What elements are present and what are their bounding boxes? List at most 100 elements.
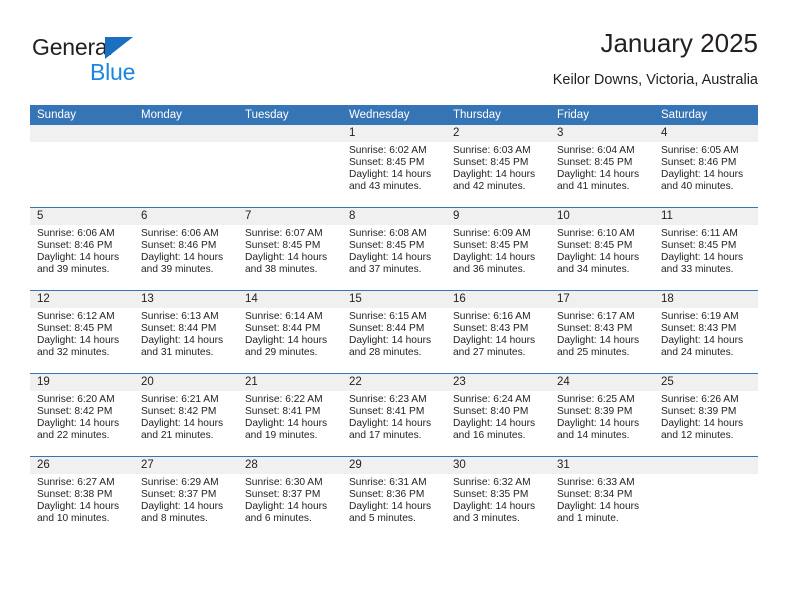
day-cell-content: 6 Sunrise: 6:06 AM Sunset: 8:46 PM Daylight… [134,208,238,290]
calendar-day-cell[interactable]: 3 Sunrise: 6:04 AM Sunset: 8:45 PM Daylight… [550,125,654,208]
sunset-time: Sunset: 8:37 PM [141,488,217,500]
day-cell-content: 14 Sunrise: 6:14 AM Sunset: 8:44 PM Dayligh… [238,291,342,373]
weekday-header-monday: Monday [134,105,238,125]
day-sun-details: Sunrise: 6:08 AM Sunset: 8:45 PM Daylight:… [342,225,446,276]
sunset-time: Sunset: 8:45 PM [557,156,633,168]
sunrise-time: Sunrise: 6:04 AM [557,145,635,156]
sunset-time: Sunset: 8:44 PM [141,322,217,334]
calendar-week-row: 26 Sunrise: 6:27 AM Sunset: 8:38 PM Dayligh… [30,456,758,539]
sunrise-time: Sunrise: 6:06 AM [141,228,219,239]
daylight-duration-line1: Daylight: 14 hours [37,417,120,429]
day-number: 19 [30,374,134,391]
daylight-duration-line2: and 43 minutes. [349,180,422,192]
day-cell-content: 24 Sunrise: 6:25 AM Sunset: 8:39 PM Dayligh… [550,374,654,456]
sunrise-time: Sunrise: 6:10 AM [557,228,635,239]
page-subtitle-location: Keilor Downs, Victoria, Australia [552,72,758,88]
calendar-day-cell[interactable]: 29 Sunrise: 6:31 AM Sunset: 8:36 PM Dayligh… [342,456,446,539]
calendar-day-cell[interactable]: 5 Sunrise: 6:06 AM Sunset: 8:46 PM Daylight… [30,207,134,291]
calendar-day-cell[interactable]: 15 Sunrise: 6:15 AM Sunset: 8:44 PM Dayligh… [342,290,446,374]
calendar-day-cell[interactable]: 4 Sunrise: 6:05 AM Sunset: 8:46 PM Daylight… [654,125,758,208]
daylight-duration-line1: Daylight: 14 hours [349,417,432,429]
calendar-day-cell[interactable]: 28 Sunrise: 6:30 AM Sunset: 8:37 PM Dayligh… [238,456,342,539]
day-sun-details: Sunrise: 6:33 AM Sunset: 8:34 PM Daylight:… [550,474,654,525]
sunrise-time: Sunrise: 6:29 AM [141,477,219,488]
day-cell-content: 22 Sunrise: 6:23 AM Sunset: 8:41 PM Dayligh… [342,374,446,456]
day-number: 29 [342,457,446,474]
sunrise-time: Sunrise: 6:06 AM [37,228,115,239]
daylight-duration-line2: and 29 minutes. [245,346,318,358]
daylight-duration-line1: Daylight: 14 hours [141,500,224,512]
page-header: General Blue January 2025 Keilor Downs, … [30,26,758,98]
daylight-duration-line1: Daylight: 14 hours [37,500,120,512]
calendar-day-cell[interactable]: 25 Sunrise: 6:26 AM Sunset: 8:39 PM Dayligh… [654,373,758,457]
calendar-week-row: 19 Sunrise: 6:20 AM Sunset: 8:42 PM Dayligh… [30,373,758,457]
calendar-day-cell[interactable]: 23 Sunrise: 6:24 AM Sunset: 8:40 PM Dayligh… [446,373,550,457]
calendar-day-cell[interactable]: 8 Sunrise: 6:08 AM Sunset: 8:45 PM Daylight… [342,207,446,291]
day-number: 17 [550,291,654,308]
day-cell-content: 10 Sunrise: 6:10 AM Sunset: 8:45 PM Dayligh… [550,208,654,290]
calendar-day-cell[interactable]: 27 Sunrise: 6:29 AM Sunset: 8:37 PM Dayligh… [134,456,238,539]
day-number: 6 [134,208,238,225]
calendar-day-cell[interactable]: 1 Sunrise: 6:02 AM Sunset: 8:45 PM Daylight… [342,125,446,208]
day-sun-details: Sunrise: 6:31 AM Sunset: 8:36 PM Daylight:… [342,474,446,525]
weekday-header-saturday: Saturday [654,105,758,125]
day-sun-details: Sunrise: 6:25 AM Sunset: 8:39 PM Daylight:… [550,391,654,442]
day-number: 21 [238,374,342,391]
day-sun-details: Sunrise: 6:27 AM Sunset: 8:38 PM Daylight:… [30,474,134,525]
calendar-day-cell[interactable]: 11 Sunrise: 6:11 AM Sunset: 8:45 PM Dayligh… [654,207,758,291]
calendar-day-cell[interactable]: 9 Sunrise: 6:09 AM Sunset: 8:45 PM Daylight… [446,207,550,291]
daylight-duration-line1: Daylight: 14 hours [141,417,224,429]
calendar-day-cell[interactable]: 21 Sunrise: 6:22 AM Sunset: 8:41 PM Dayligh… [238,373,342,457]
daylight-duration-line1: Daylight: 14 hours [349,334,432,346]
calendar-body: 1 Sunrise: 6:02 AM Sunset: 8:45 PM Daylight… [30,125,758,539]
calendar-day-cell[interactable]: 18 Sunrise: 6:19 AM Sunset: 8:43 PM Dayligh… [654,290,758,374]
sunrise-time: Sunrise: 6:14 AM [245,311,323,322]
day-number: 13 [134,291,238,308]
calendar-day-cell[interactable]: 14 Sunrise: 6:14 AM Sunset: 8:44 PM Dayligh… [238,290,342,374]
calendar-day-cell[interactable]: 24 Sunrise: 6:25 AM Sunset: 8:39 PM Dayligh… [550,373,654,457]
daylight-duration-line2: and 22 minutes. [37,429,110,441]
day-sun-details: Sunrise: 6:06 AM Sunset: 8:46 PM Daylight:… [30,225,134,276]
calendar-day-cell[interactable]: 19 Sunrise: 6:20 AM Sunset: 8:42 PM Dayligh… [30,373,134,457]
daylight-duration-line2: and 21 minutes. [141,429,214,441]
sunrise-time: Sunrise: 6:32 AM [453,477,531,488]
day-number: 9 [446,208,550,225]
calendar-day-cell[interactable]: 26 Sunrise: 6:27 AM Sunset: 8:38 PM Dayligh… [30,456,134,539]
day-sun-details: Sunrise: 6:29 AM Sunset: 8:37 PM Daylight:… [134,474,238,525]
calendar-day-cell[interactable]: 31 Sunrise: 6:33 AM Sunset: 8:34 PM Dayligh… [550,456,654,539]
day-sun-details: Sunrise: 6:32 AM Sunset: 8:35 PM Daylight:… [446,474,550,525]
calendar-day-cell[interactable]: 16 Sunrise: 6:16 AM Sunset: 8:43 PM Dayligh… [446,290,550,374]
calendar-day-cell[interactable]: 6 Sunrise: 6:06 AM Sunset: 8:46 PM Daylight… [134,207,238,291]
calendar-day-cell[interactable]: 20 Sunrise: 6:21 AM Sunset: 8:42 PM Dayligh… [134,373,238,457]
calendar-day-cell[interactable]: 17 Sunrise: 6:17 AM Sunset: 8:43 PM Dayligh… [550,290,654,374]
weekday-header-sunday: Sunday [30,105,134,125]
daylight-duration-line2: and 32 minutes. [37,346,110,358]
sunset-time: Sunset: 8:45 PM [245,239,321,251]
day-number: 2 [446,125,550,142]
sunset-time: Sunset: 8:39 PM [661,405,737,417]
calendar-day-cell[interactable]: 7 Sunrise: 6:07 AM Sunset: 8:45 PM Daylight… [238,207,342,291]
calendar-day-cell[interactable]: 22 Sunrise: 6:23 AM Sunset: 8:41 PM Dayligh… [342,373,446,457]
calendar-day-cell[interactable]: 30 Sunrise: 6:32 AM Sunset: 8:35 PM Dayligh… [446,456,550,539]
sunrise-time: Sunrise: 6:16 AM [453,311,531,322]
generalblue-logo[interactable]: General Blue [32,34,182,90]
calendar-day-cell[interactable]: 12 Sunrise: 6:12 AM Sunset: 8:45 PM Dayligh… [30,290,134,374]
calendar-day-cell[interactable]: 13 Sunrise: 6:13 AM Sunset: 8:44 PM Dayligh… [134,290,238,374]
daylight-duration-line1: Daylight: 14 hours [141,251,224,263]
day-cell-content: 2 Sunrise: 6:03 AM Sunset: 8:45 PM Daylight… [446,125,550,207]
sunset-time: Sunset: 8:42 PM [141,405,217,417]
day-sun-details: Sunrise: 6:09 AM Sunset: 8:45 PM Daylight:… [446,225,550,276]
calendar-day-cell-empty [654,456,758,539]
daylight-duration-line1: Daylight: 14 hours [557,334,640,346]
calendar-day-cell[interactable]: 2 Sunrise: 6:03 AM Sunset: 8:45 PM Daylight… [446,125,550,208]
sunrise-time: Sunrise: 6:07 AM [245,228,323,239]
day-number: 14 [238,291,342,308]
daylight-duration-line2: and 10 minutes. [37,512,110,524]
day-cell-content: 12 Sunrise: 6:12 AM Sunset: 8:45 PM Dayligh… [30,291,134,373]
daylight-duration-line1: Daylight: 14 hours [453,334,536,346]
calendar-grid: Sunday Monday Tuesday Wednesday Thursday… [30,105,758,539]
daylight-duration-line2: and 42 minutes. [453,180,526,192]
day-number: 22 [342,374,446,391]
calendar-day-cell[interactable]: 10 Sunrise: 6:10 AM Sunset: 8:45 PM Dayligh… [550,207,654,291]
day-sun-details: Sunrise: 6:19 AM Sunset: 8:43 PM Daylight:… [654,308,758,359]
